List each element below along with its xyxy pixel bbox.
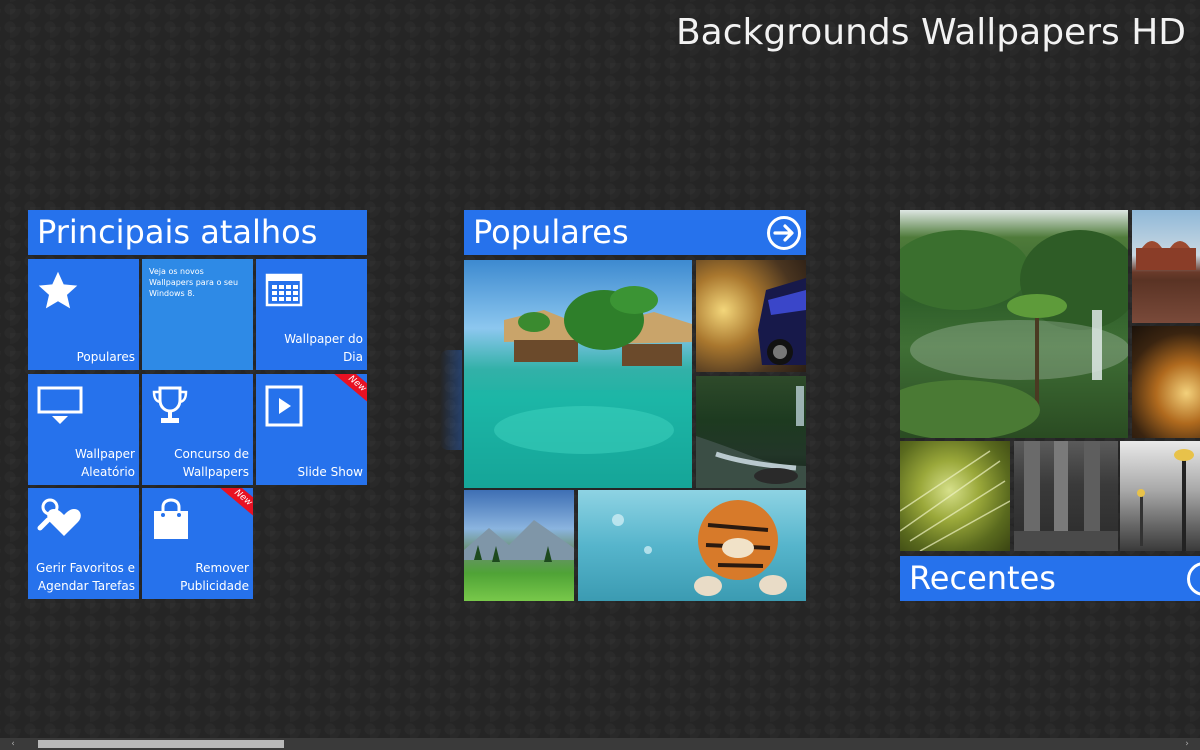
gerir-favoritos-tile[interactable]: Gerir Favoritos e Agendar Tarefas xyxy=(28,488,139,599)
photo-stone-building[interactable] xyxy=(1014,441,1118,551)
app-title: Backgrounds Wallpapers HD xyxy=(675,12,1186,53)
photo-rainforest-waterfall[interactable] xyxy=(900,210,1128,438)
scroll-thumb[interactable] xyxy=(38,740,284,748)
heart-wrench-icon xyxy=(36,498,82,546)
recent-header[interactable]: Recentes xyxy=(900,556,1200,601)
star-icon xyxy=(36,269,80,317)
new-badge: New xyxy=(215,488,253,523)
promo-text: Veja os novos Wallpapers para o seu Wind… xyxy=(149,267,239,298)
tile-label: Populares xyxy=(76,350,135,364)
decorative-glow xyxy=(440,350,462,450)
photo-mountain-meadow[interactable] xyxy=(464,490,574,601)
shopping-bag-icon xyxy=(150,498,192,546)
monitor-icon xyxy=(36,384,84,432)
tile-label: Gerir Favoritos e Agendar Tarefas xyxy=(35,561,135,593)
calendar-icon xyxy=(264,269,304,313)
shortcuts-header[interactable]: Principais atalhos xyxy=(28,210,367,255)
play-icon xyxy=(264,384,304,432)
photo-palace-reflection[interactable] xyxy=(1132,210,1200,323)
tile-label: Wallpaper Aleatório xyxy=(74,447,135,479)
tile-label: Remover Publicidade xyxy=(180,561,249,593)
trophy-icon xyxy=(150,384,190,432)
photo-flower-closeup[interactable] xyxy=(1132,326,1200,438)
remover-publicidade-tile[interactable]: New Remover Publicidade xyxy=(142,488,253,599)
photo-blue-sports-car[interactable] xyxy=(696,260,806,372)
arrow-right-circle-icon[interactable] xyxy=(766,215,802,263)
horizontal-scrollbar[interactable]: ‹ › xyxy=(0,738,1200,750)
photo-green-plant-macro[interactable] xyxy=(900,441,1010,551)
tile-label: Wallpaper do Dia xyxy=(284,332,363,364)
scroll-right-button[interactable]: › xyxy=(1180,738,1194,750)
arrow-right-circle-icon[interactable] xyxy=(1186,561,1200,609)
populares-tile[interactable]: Populares xyxy=(28,259,139,370)
promo-tile[interactable]: Veja os novos Wallpapers para o seu Wind… xyxy=(142,259,253,370)
recent-header-label: Recentes xyxy=(909,559,1056,597)
popular-header-label: Populares xyxy=(473,213,629,251)
scroll-left-button[interactable]: ‹ xyxy=(6,738,20,750)
tile-label: Slide Show xyxy=(297,465,363,479)
popular-header[interactable]: Populares xyxy=(464,210,806,255)
photo-street-lamps[interactable] xyxy=(1120,441,1200,551)
photo-swimming-tiger[interactable] xyxy=(578,490,806,601)
concurso-tile[interactable]: Concurso de Wallpapers xyxy=(142,374,253,485)
photo-tropical-bungalows[interactable] xyxy=(464,260,692,488)
photo-forest-stream[interactable] xyxy=(696,376,806,488)
wallpaper-do-dia-tile[interactable]: Wallpaper do Dia xyxy=(256,259,367,370)
new-badge: New xyxy=(329,374,367,409)
wallpaper-aleatorio-tile[interactable]: Wallpaper Aleatório xyxy=(28,374,139,485)
slide-show-tile[interactable]: New Slide Show xyxy=(256,374,367,485)
tile-label: Concurso de Wallpapers xyxy=(174,447,249,479)
